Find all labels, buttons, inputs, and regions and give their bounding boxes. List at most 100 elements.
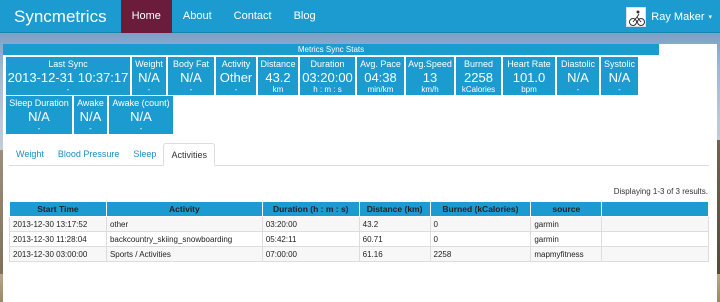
stat-value: N/A — [567, 70, 589, 85]
stat-value: 2013-12-31 10:37:17 — [7, 70, 129, 85]
table-cell: mapmyfitness — [530, 246, 603, 262]
stats-row-1: Last Sync 2013-12-31 10:37:17 - Weight N… — [6, 57, 638, 95]
stat-distance: Distance 43.2 km — [258, 57, 298, 95]
table-cell: Sports / Activities — [105, 246, 263, 262]
stat-duration: Duration 03:20:00 h : m : s — [300, 57, 355, 95]
stat-value: N/A — [130, 109, 152, 124]
table-cell: garmin — [530, 216, 603, 232]
nav-about[interactable]: About — [172, 0, 223, 33]
stat-value: 04:38 — [364, 70, 397, 85]
table-header-row: Start Time Activity Duration (h : m : s)… — [9, 201, 709, 217]
stat-body-fat: Body Fat N/A - — [168, 57, 214, 95]
stat-last-sync: Last Sync 2013-12-31 10:37:17 - — [6, 57, 130, 95]
stat-unit: - — [234, 85, 238, 94]
stat-label: Sleep Duration — [9, 98, 69, 108]
stat-label: Body Fat — [172, 59, 210, 69]
column-header-distance[interactable]: Distance (km) — [358, 201, 431, 217]
stat-label: Burned — [463, 59, 494, 69]
table-cell: 03:20:00 — [261, 216, 360, 232]
table-cell: 07:00:00 — [261, 246, 360, 262]
tab-activities[interactable]: Activities — [163, 143, 215, 166]
stat-unit: - — [89, 124, 92, 133]
stat-label: Duration — [310, 59, 345, 69]
stat-label: Avg. Pace — [360, 59, 401, 69]
table-cell: garmin — [530, 231, 603, 247]
stat-label: Avg.Speed — [408, 59, 452, 69]
stat-systolic: Systolic N/A - — [601, 57, 638, 95]
stat-value: 13 — [422, 70, 438, 85]
stat-unit: - — [618, 85, 621, 94]
stat-unit: kCalories — [461, 85, 496, 94]
stat-value: N/A — [180, 70, 202, 85]
stat-value: N/A — [608, 70, 631, 85]
column-header-burned[interactable]: Burned (kCalories) — [429, 201, 532, 217]
stat-diastolic: Diastolic N/A - — [557, 57, 599, 95]
top-navbar: Syncmetrics Home About Contact Blog Ray … — [0, 0, 720, 33]
stat-value: N/A — [28, 109, 50, 124]
stat-label: Awake (count) — [112, 98, 170, 108]
stat-value: N/A — [79, 109, 102, 124]
table-cell: 0 — [429, 231, 532, 247]
tab-weight[interactable]: Weight — [9, 143, 51, 166]
stat-avg-speed: Avg.Speed 13 km/h — [406, 57, 454, 95]
tab-blood-pressure[interactable]: Blood Pressure — [51, 143, 127, 166]
stat-avg-pace: Avg. Pace 04:38 min/km — [357, 57, 404, 95]
nav-blog[interactable]: Blog — [283, 0, 327, 33]
stat-awake-count: Awake (count) N/A - — [109, 96, 173, 134]
stat-label: Diastolic — [560, 59, 595, 69]
column-header-source[interactable]: source — [530, 201, 603, 217]
metrics-tabs: Weight Blood Pressure Sleep Activities — [9, 143, 709, 166]
stat-unit: min/km — [367, 85, 394, 94]
stat-label: Activity — [221, 59, 251, 69]
stat-burned: Burned 2258 kCalories — [456, 57, 501, 95]
table-cell: 2258 — [429, 246, 532, 262]
stat-unit: - — [37, 124, 41, 133]
tab-sleep[interactable]: Sleep — [126, 143, 163, 166]
column-header-start-time[interactable]: Start Time — [9, 201, 107, 217]
table-cell: other — [105, 216, 263, 232]
stat-awake: Awake N/A - — [74, 96, 107, 134]
table-cell: 0 — [429, 216, 532, 232]
nav-home[interactable]: Home — [120, 0, 172, 33]
activities-table: Start Time Activity Duration (h : m : s)… — [9, 201, 709, 262]
user-name: Ray Maker — [651, 10, 705, 23]
stat-unit: - — [576, 85, 580, 94]
table-cell: backcountry_skiing_snowboarding — [105, 231, 263, 247]
table-cell: 05:42:11 — [261, 231, 360, 247]
results-summary: Displaying 1-3 of 3 results. — [613, 187, 708, 196]
stat-unit: - — [147, 85, 151, 94]
column-header-blank — [601, 201, 709, 217]
stat-label: Heart Rate — [507, 59, 551, 69]
stats-title: Metrics Sync Stats — [3, 44, 659, 55]
stat-value: 2258 — [464, 70, 493, 85]
table-cell: 61.16 — [358, 246, 431, 262]
stat-sleep-duration: Sleep Duration N/A - — [6, 96, 72, 134]
stat-weight: Weight N/A - — [132, 57, 166, 95]
stat-label: Distance — [260, 59, 296, 69]
table-cell: 43.2 — [358, 216, 431, 232]
table-cell: 2013-12-30 03:00:00 — [9, 246, 107, 262]
stat-value: Other — [219, 70, 253, 85]
stat-value: 43.2 — [265, 70, 291, 85]
stat-label: Systolic — [603, 59, 635, 69]
table-row: 2013-12-30 11:28:04 backcountry_skiing_s… — [9, 231, 709, 247]
stat-unit: - — [189, 85, 193, 94]
table-cell — [601, 231, 709, 247]
user-menu[interactable]: Ray Maker ▾ — [626, 4, 712, 29]
column-header-duration[interactable]: Duration (h : m : s) — [261, 201, 360, 217]
stat-value: 03:20:00 — [302, 70, 353, 85]
stat-unit: bpm — [521, 85, 537, 94]
stat-label: Awake — [77, 98, 104, 108]
stat-value: N/A — [138, 70, 160, 85]
brand-logo[interactable]: Syncmetrics — [0, 0, 121, 33]
stat-activity: Activity Other - — [216, 57, 256, 95]
stat-label: Weight — [135, 59, 163, 69]
stats-row-2: Sleep Duration N/A - Awake N/A - Awake (… — [6, 96, 173, 134]
column-header-activity[interactable]: Activity — [105, 201, 263, 217]
avatar — [626, 6, 647, 27]
nav-contact[interactable]: Contact — [223, 0, 283, 33]
stat-unit: - — [139, 124, 143, 133]
table-cell — [601, 246, 709, 262]
stat-label: Last Sync — [48, 59, 88, 69]
stat-heart-rate: Heart Rate 101.0 bpm — [503, 57, 555, 95]
